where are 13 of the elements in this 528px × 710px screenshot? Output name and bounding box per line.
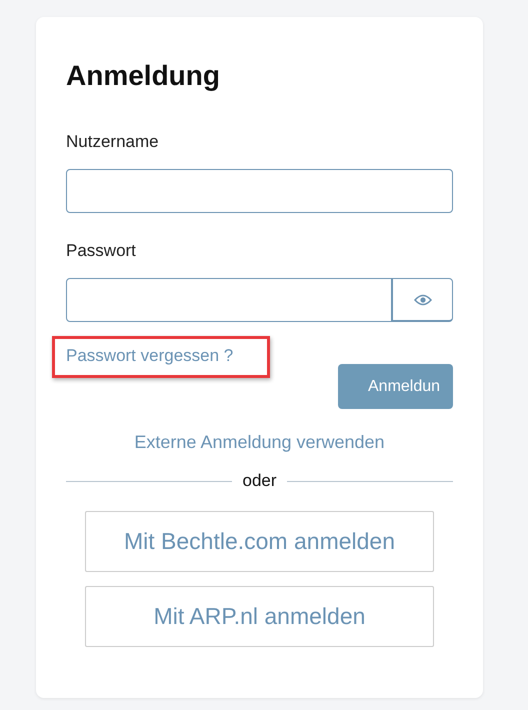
provider-login-button[interactable]: Mit Bechtle.com anmelden <box>85 511 434 572</box>
eye-icon <box>414 294 432 306</box>
external-login-link[interactable]: Externe Anmeldung verwenden <box>134 432 385 453</box>
password-field[interactable] <box>66 278 392 322</box>
divider-text: oder <box>242 471 277 491</box>
card-title: Anmeldung <box>66 60 221 92</box>
login-button[interactable]: Anmeldun <box>338 364 453 409</box>
username-field[interactable] <box>66 169 453 213</box>
show-password-button[interactable] <box>392 278 453 322</box>
provider-login-button[interactable]: Mit ARP.nl anmelden <box>85 586 434 647</box>
field-label: Passwort <box>66 241 137 261</box>
forgot-password-link[interactable]: Passwort vergessen ? <box>66 346 234 366</box>
field-label: Nutzername <box>66 132 160 152</box>
